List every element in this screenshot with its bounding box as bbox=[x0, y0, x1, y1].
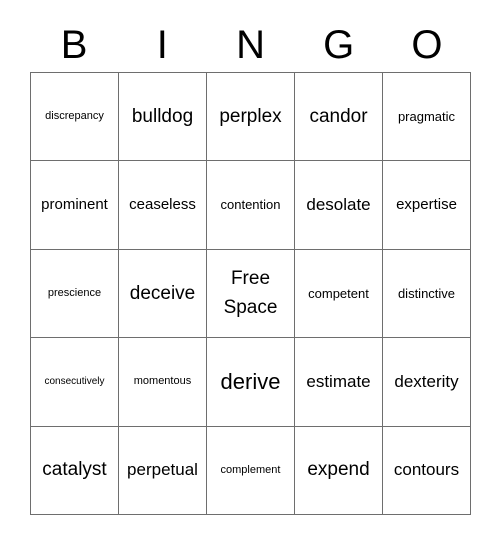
bingo-cell-label: complement bbox=[220, 463, 281, 476]
bingo-cell-label: distinctive bbox=[397, 285, 456, 301]
header-letter-g: G bbox=[323, 23, 355, 67]
bingo-cell[interactable]: contours bbox=[383, 426, 471, 515]
bingo-cell[interactable]: distinctive bbox=[383, 249, 471, 339]
bingo-cell-label: expend bbox=[307, 459, 370, 481]
bingo-cell-label: prescience bbox=[47, 286, 102, 299]
bingo-cell-label: pragmatic bbox=[397, 108, 456, 124]
bingo-cell-label: catalyst bbox=[42, 459, 107, 481]
bingo-cell[interactable]: perplex bbox=[207, 73, 295, 162]
bingo-header-row: B I N G O bbox=[30, 18, 471, 72]
bingo-cell-label: bulldog bbox=[131, 105, 194, 127]
bingo-cell[interactable]: momentous bbox=[119, 338, 207, 427]
bingo-cell-label: momentous bbox=[133, 375, 192, 388]
header-letter-o: O bbox=[411, 23, 443, 67]
bingo-cell[interactable]: discrepancy bbox=[31, 73, 119, 162]
bingo-cell[interactable]: bulldog bbox=[119, 73, 207, 162]
bingo-cell-label: desolate bbox=[306, 195, 371, 215]
bingo-cell[interactable]: deceive bbox=[119, 249, 207, 339]
bingo-cell[interactable]: dexterity bbox=[383, 338, 471, 427]
bingo-cell[interactable]: prominent bbox=[31, 161, 119, 250]
bingo-cell[interactable]: desolate bbox=[295, 161, 383, 250]
bingo-cell-label: contours bbox=[393, 460, 460, 480]
bingo-cell[interactable]: competent bbox=[295, 249, 383, 339]
bingo-cell[interactable]: perpetual bbox=[119, 426, 207, 515]
header-letter-b: B bbox=[60, 23, 88, 67]
bingo-cell[interactable]: prescience bbox=[31, 249, 119, 339]
bingo-cell[interactable]: expend bbox=[295, 426, 383, 515]
bingo-cell[interactable]: catalyst bbox=[31, 426, 119, 515]
bingo-cell-label: expertise bbox=[396, 196, 457, 214]
bingo-cell-label: perpetual bbox=[127, 460, 198, 480]
bingo-cell[interactable]: expertise bbox=[383, 161, 471, 250]
bingo-cell-label: prominent bbox=[41, 196, 108, 214]
bingo-cell-label: consecutively bbox=[44, 375, 105, 387]
bingo-cell-label: perplex bbox=[219, 105, 282, 127]
bingo-cell[interactable]: candor bbox=[295, 73, 383, 162]
bingo-cell[interactable]: contention bbox=[207, 161, 295, 250]
bingo-cell[interactable]: ceaseless bbox=[119, 161, 207, 250]
free-space-line-1: Free bbox=[230, 267, 271, 289]
bingo-card: B I N G O discrepancy bulldog perplex ca… bbox=[0, 0, 500, 544]
bingo-cell-label: competent bbox=[308, 285, 369, 301]
bingo-cell-label: dexterity bbox=[394, 371, 459, 391]
bingo-cell-label: contention bbox=[220, 197, 281, 213]
bingo-cell-free-space[interactable]: Free Space bbox=[207, 249, 295, 339]
bingo-cell-label: derive bbox=[220, 369, 281, 395]
bingo-cell[interactable]: pragmatic bbox=[383, 73, 471, 162]
bingo-grid: discrepancy bulldog perplex candor pragm… bbox=[30, 72, 471, 515]
bingo-cell-label: estimate bbox=[306, 371, 371, 391]
bingo-cell[interactable]: estimate bbox=[295, 338, 383, 427]
free-space-line-2: Space bbox=[223, 297, 278, 319]
bingo-cell-label: discrepancy bbox=[45, 109, 104, 122]
bingo-cell-label: deceive bbox=[129, 282, 196, 304]
bingo-cell[interactable]: complement bbox=[207, 426, 295, 515]
bingo-cell-label: candor bbox=[309, 105, 368, 127]
header-letter-i: I bbox=[156, 23, 168, 67]
bingo-cell-label: ceaseless bbox=[129, 196, 196, 214]
header-letter-n: N bbox=[236, 23, 265, 67]
bingo-cell[interactable]: derive bbox=[207, 338, 295, 427]
bingo-cell[interactable]: consecutively bbox=[31, 338, 119, 427]
